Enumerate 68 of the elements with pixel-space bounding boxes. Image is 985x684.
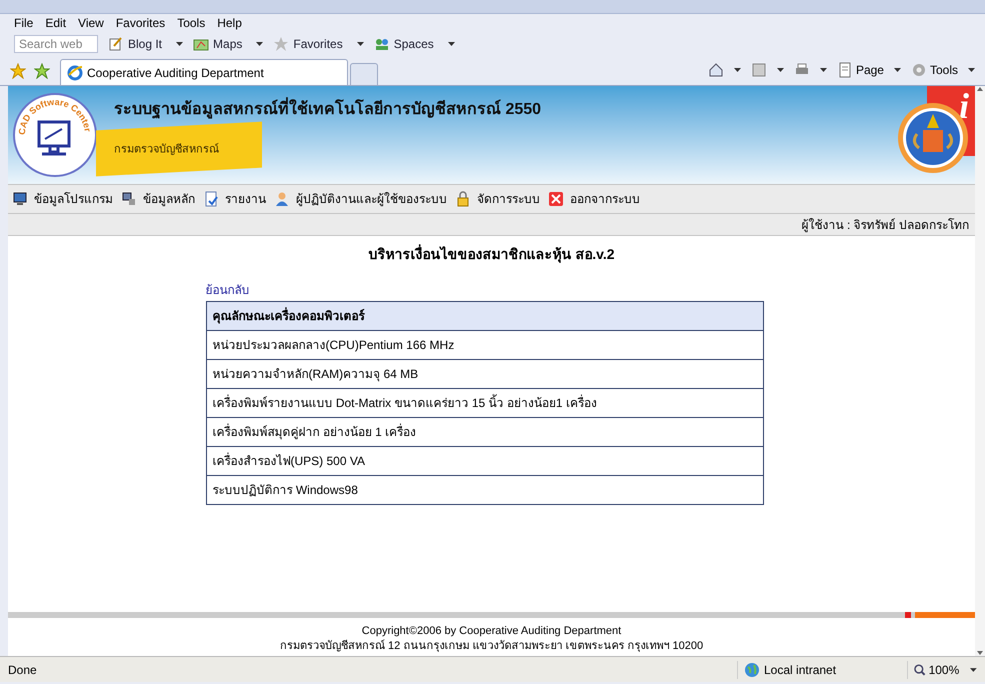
toolbar-button[interactable]: Favorites	[273, 35, 343, 53]
toolbar-button[interactable]: Blog It	[108, 35, 162, 53]
menu-item[interactable]: View	[78, 14, 104, 32]
caret-icon[interactable]	[894, 68, 901, 72]
lock-icon	[455, 191, 471, 207]
footer-text: กรมตรวจบัญชีสหกรณ์ 12 ถนนกรุงเกษม แขวงวัดสามพระยา เขตพระนคร กรุงเทพฯ 10200	[280, 639, 704, 654]
table-cell: หน่วยประมวลผลกลาง(CPU)Pentium 166 MHz	[206, 330, 763, 360]
command-button[interactable]: Tools	[910, 61, 958, 79]
person-icon	[274, 191, 290, 207]
nav-link[interactable]: ข้อมูลโปรแกรม	[34, 190, 113, 208]
page-icon[interactable]	[836, 62, 853, 78]
scroll-up-icon[interactable]	[977, 86, 983, 92]
close-icon	[548, 191, 564, 207]
nav-link[interactable]: ผู้ปฏิบัติงานและผู้ใช้ของระบบ	[296, 190, 447, 208]
page-title: บริหารเงื่อนไขของสมาชิกและหุ้น สอ.v.2	[368, 244, 615, 265]
caret-icon[interactable]	[356, 42, 364, 46]
department-name: กรมตรวจบัญชีสหกรณ์	[114, 142, 219, 158]
caret-icon[interactable]	[970, 668, 977, 672]
caret-icon[interactable]	[820, 68, 827, 72]
table-header-cell: คุณลักษณะเครื่องคอมพิวเตอร์	[206, 302, 763, 330]
menu-item[interactable]: Favorites	[116, 14, 166, 32]
caret-icon[interactable]	[968, 68, 975, 72]
status-text: Done	[8, 662, 37, 678]
zoom-level[interactable]: 100%	[928, 660, 960, 678]
home-icon[interactable]	[708, 62, 724, 78]
document-check-icon	[203, 191, 219, 207]
nav-link[interactable]: ข้อมูลหลัก	[143, 190, 195, 208]
menu-item[interactable]: Tools	[177, 14, 206, 32]
menu-item[interactable]: Help	[217, 14, 242, 32]
computer-icon	[121, 191, 137, 207]
caret-icon[interactable]	[776, 68, 784, 72]
monitor-icon	[12, 191, 28, 207]
table-cell: เครื่องพิมพ์รายงานแบบ Dot-Matrix ขนาดแคร่ยาว 15 นิ้ว อย่างน้อย1 เครื่อง	[206, 388, 763, 418]
info-mark: i	[958, 86, 969, 128]
table-cell: ระบบปฏิบัติการ Windows98	[206, 476, 763, 504]
nav-link[interactable]: ออกจากระบบ	[570, 190, 640, 208]
caret-icon[interactable]	[256, 42, 264, 46]
user-label: ผู้ใช้งาน : จิรทรัพย์ ปลอดกระโทก	[802, 216, 969, 234]
footer-text: Copyright©2006 by Cooperative Auditing Department	[362, 624, 622, 639]
accent-mark	[905, 612, 911, 618]
vertical-scrollbar[interactable]	[975, 86, 985, 656]
nav-link[interactable]: รายงาน	[225, 190, 266, 208]
browser-tab[interactable]: Cooperative Auditing Department	[60, 59, 348, 85]
favorites-star-icon[interactable]	[10, 63, 26, 79]
table-cell: หน่วยความจำหลัก(RAM)ความจุ 64 MB	[206, 360, 763, 388]
table-cell: เครื่องสำรองไฟ(UPS) 500 VA	[206, 446, 763, 476]
document-pencil-icon[interactable]	[108, 36, 124, 52]
back-link[interactable]: ย้อนกลับ	[206, 283, 250, 297]
zoom-icon[interactable]	[914, 664, 926, 676]
toolbar-button[interactable]: Spaces	[374, 35, 434, 53]
accent-bar	[915, 612, 975, 618]
search-field[interactable]: Search web	[14, 35, 98, 53]
table-cell: เครื่องพิมพ์สมุดคู่ฝาก อย่างน้อย 1 เครื่อง	[206, 418, 763, 446]
menu-item[interactable]: File	[14, 14, 34, 32]
security-zone: Local intranet	[764, 662, 836, 678]
caret-icon[interactable]	[734, 68, 741, 72]
menu-item[interactable]: Edit	[45, 14, 66, 32]
system-title: ระบบฐานข้อมูลสหกรณ์ที่ใช้เทคโนโลยีการบัญชีสหกรณ์ 2550	[114, 98, 542, 122]
command-button[interactable]: Page	[836, 61, 884, 79]
star-icon[interactable]	[273, 36, 290, 52]
people-icon[interactable]	[374, 36, 390, 52]
caret-icon[interactable]	[448, 42, 455, 46]
nav-link[interactable]: จัดการระบบ	[477, 190, 540, 208]
browser-logo-icon	[67, 64, 83, 80]
add-favorite-icon[interactable]	[34, 63, 50, 79]
caret-icon[interactable]	[176, 42, 184, 46]
toolbar-button[interactable]: Maps	[193, 35, 242, 53]
globe-icon	[744, 662, 760, 678]
